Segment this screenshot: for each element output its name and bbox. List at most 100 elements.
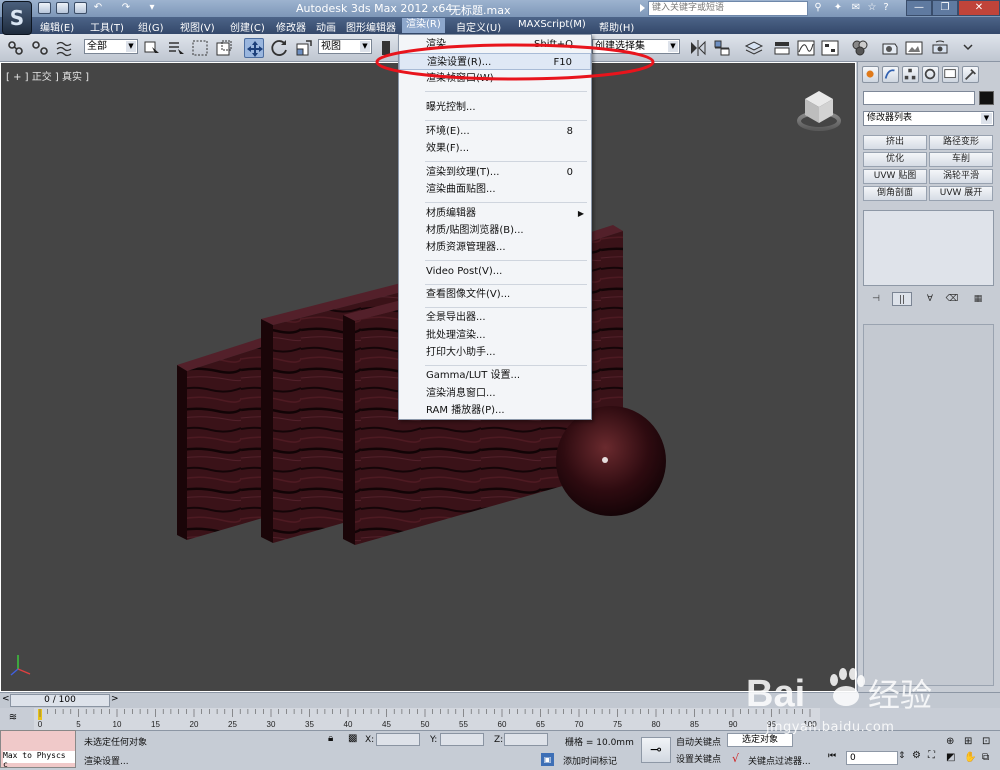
layer-manager-icon[interactable] xyxy=(744,38,764,58)
remove-modifier-icon[interactable]: ⌫ xyxy=(942,292,962,306)
material-editor-icon[interactable] xyxy=(850,38,870,58)
select-and-link-icon[interactable] xyxy=(6,38,26,58)
toolbar-overflow-icon[interactable] xyxy=(958,38,973,58)
x-coordinate-field[interactable] xyxy=(376,733,420,746)
menu-item-render-to-texture[interactable]: 渲染到纹理(T)... 0 xyxy=(399,164,591,181)
current-frame-field[interactable]: 0 xyxy=(846,751,898,765)
utilities-tab-icon[interactable] xyxy=(962,66,979,83)
object-name-field[interactable] xyxy=(863,91,975,105)
rendered-frame-window-icon[interactable] xyxy=(904,38,924,58)
set-key-button[interactable]: 设置关键点 xyxy=(676,752,721,765)
new-file-icon[interactable] xyxy=(38,2,51,14)
menu-item-panorama-exporter[interactable]: 全景导出器... xyxy=(399,309,591,326)
key-selection-dropdown[interactable]: 选定对象 xyxy=(727,733,793,747)
save-file-icon[interactable] xyxy=(74,2,87,14)
schematic-view-icon[interactable] xyxy=(820,38,840,58)
modifier-extrude-button[interactable]: 挤出 xyxy=(863,135,927,150)
motion-tab-icon[interactable] xyxy=(922,66,939,83)
make-unique-icon[interactable]: ∀ xyxy=(920,292,940,306)
pin-stack-icon[interactable]: ⊣ xyxy=(866,292,886,306)
modifier-uvw-map-button[interactable]: UVW 贴图 xyxy=(863,169,927,184)
undo-icon[interactable]: ↶ xyxy=(92,2,104,14)
mirror-icon[interactable] xyxy=(688,38,708,58)
time-config-icon[interactable]: ⚙ xyxy=(912,750,921,761)
bind-to-space-warp-icon[interactable] xyxy=(54,38,74,58)
minimize-button[interactable]: — xyxy=(906,0,932,16)
show-end-result-icon[interactable]: || xyxy=(892,292,912,306)
time-tag-icon[interactable]: ▣ xyxy=(541,753,554,766)
window-crossing-icon[interactable] xyxy=(214,38,234,58)
object-color-swatch[interactable] xyxy=(979,91,994,105)
time-next-icon[interactable]: > xyxy=(111,694,119,704)
menu-item-effects[interactable]: 效果(F)... xyxy=(399,140,591,157)
wood-sphere[interactable] xyxy=(556,406,666,516)
select-and-rotate-icon[interactable] xyxy=(270,38,290,58)
modify-tab-icon[interactable] xyxy=(882,66,899,83)
selection-filter-dropdown[interactable]: 全部 ▼ xyxy=(84,39,138,54)
modifier-bevel-profile-button[interactable]: 倒角剖面 xyxy=(863,186,927,201)
y-coordinate-field[interactable] xyxy=(440,733,484,746)
maxscript-listener[interactable]: Max to Physcs c xyxy=(0,730,76,769)
rectangular-selection-icon[interactable] xyxy=(190,38,210,58)
modifier-path-deform-button[interactable]: 路径变形 xyxy=(929,135,993,150)
hierarchy-tab-icon[interactable] xyxy=(902,66,919,83)
set-key-icon[interactable]: √ xyxy=(732,752,739,765)
search-expand-icon[interactable] xyxy=(640,4,645,12)
lock-selection-icon[interactable]: 🔒︎ xyxy=(328,733,333,744)
reference-coordinate-dropdown[interactable]: 视图 ▼ xyxy=(318,39,372,54)
z-coordinate-field[interactable] xyxy=(504,733,548,746)
menu-modifiers[interactable]: 修改器 xyxy=(276,19,306,34)
go-to-start-icon[interactable]: ⏮ xyxy=(828,751,836,761)
create-tab-icon[interactable] xyxy=(862,66,879,83)
modifier-lathe-button[interactable]: 车削 xyxy=(929,152,993,167)
quick-access-dropdown-icon[interactable]: ▾ xyxy=(146,2,158,14)
viewcube-icon[interactable] xyxy=(797,91,841,131)
app-logo-icon[interactable]: S xyxy=(2,1,32,35)
modifier-list-dropdown[interactable]: 修改器列表 ▼ xyxy=(863,111,994,126)
modifier-stack-list[interactable] xyxy=(863,210,994,286)
graphite-tools-icon[interactable] xyxy=(772,38,792,58)
menu-item-material-editor[interactable]: 材质编辑器 ▶ xyxy=(399,205,591,222)
configure-modifier-sets-icon[interactable]: ▦ xyxy=(968,292,988,306)
select-and-move-icon[interactable] xyxy=(244,38,264,58)
menu-group[interactable]: 组(G) xyxy=(138,19,164,34)
add-time-tag[interactable]: 添加时间标记 xyxy=(563,754,617,767)
curve-editor-icon[interactable] xyxy=(796,38,816,58)
align-icon[interactable] xyxy=(712,38,732,58)
menu-item-batch-render[interactable]: 批处理渲染... xyxy=(399,327,591,344)
help-icon[interactable]: ? xyxy=(880,2,892,14)
menu-item-ram-player[interactable]: RAM 播放器(P)... xyxy=(399,402,591,419)
key-filters-button[interactable]: 关键点过滤器... xyxy=(748,754,811,767)
favorites-icon[interactable]: ☆ xyxy=(866,2,878,14)
menu-item-gamma-lut[interactable]: Gamma/LUT 设置... xyxy=(399,367,591,384)
menu-item-material-browser[interactable]: 材质/贴图浏览器(B)... xyxy=(399,222,591,239)
modifier-unwrap-uvw-button[interactable]: UVW 展开 xyxy=(929,186,993,201)
time-slider[interactable]: 0 / 100 xyxy=(10,694,110,707)
menu-help[interactable]: 帮助(H) xyxy=(599,19,634,34)
menu-item-exposure-control[interactable]: 曝光控制... xyxy=(399,99,591,116)
auto-key-button[interactable]: 自动关键点 xyxy=(676,735,721,748)
select-object-icon[interactable] xyxy=(142,38,162,58)
subscription-icon[interactable]: ✦ xyxy=(832,2,844,14)
key-mode-icon[interactable]: ⊸ xyxy=(641,737,671,763)
select-by-name-icon[interactable] xyxy=(166,38,186,58)
menu-item-view-image-file[interactable]: 查看图像文件(V)... xyxy=(399,286,591,303)
render-production-icon[interactable] xyxy=(930,38,950,58)
menu-rendering[interactable]: 渲染(R) xyxy=(402,18,445,33)
menu-tools[interactable]: 工具(T) xyxy=(90,19,124,34)
zoom-all-icon[interactable]: ⊞ xyxy=(964,736,972,747)
zoom-extents-icon[interactable]: ⛶ xyxy=(928,750,935,761)
unlink-selection-icon[interactable] xyxy=(30,38,50,58)
absolute-mode-icon[interactable]: ▩ xyxy=(348,733,357,744)
field-of-view-icon[interactable]: ◩ xyxy=(946,752,955,763)
zoom-extents-all-icon[interactable]: ⊡ xyxy=(982,736,990,747)
close-button[interactable]: ✕ xyxy=(958,0,1000,16)
menu-maxscript[interactable]: MAXScript(M) xyxy=(518,19,586,30)
menu-item-video-post[interactable]: Video Post(V)... xyxy=(399,263,591,280)
menu-edit[interactable]: 编辑(E) xyxy=(40,19,74,34)
frame-spinner-icon[interactable]: ⇕ xyxy=(898,751,906,761)
open-file-icon[interactable] xyxy=(56,2,69,14)
display-tab-icon[interactable] xyxy=(942,66,959,83)
modifier-optimize-button[interactable]: 优化 xyxy=(863,152,927,167)
select-and-scale-icon[interactable] xyxy=(294,38,314,58)
